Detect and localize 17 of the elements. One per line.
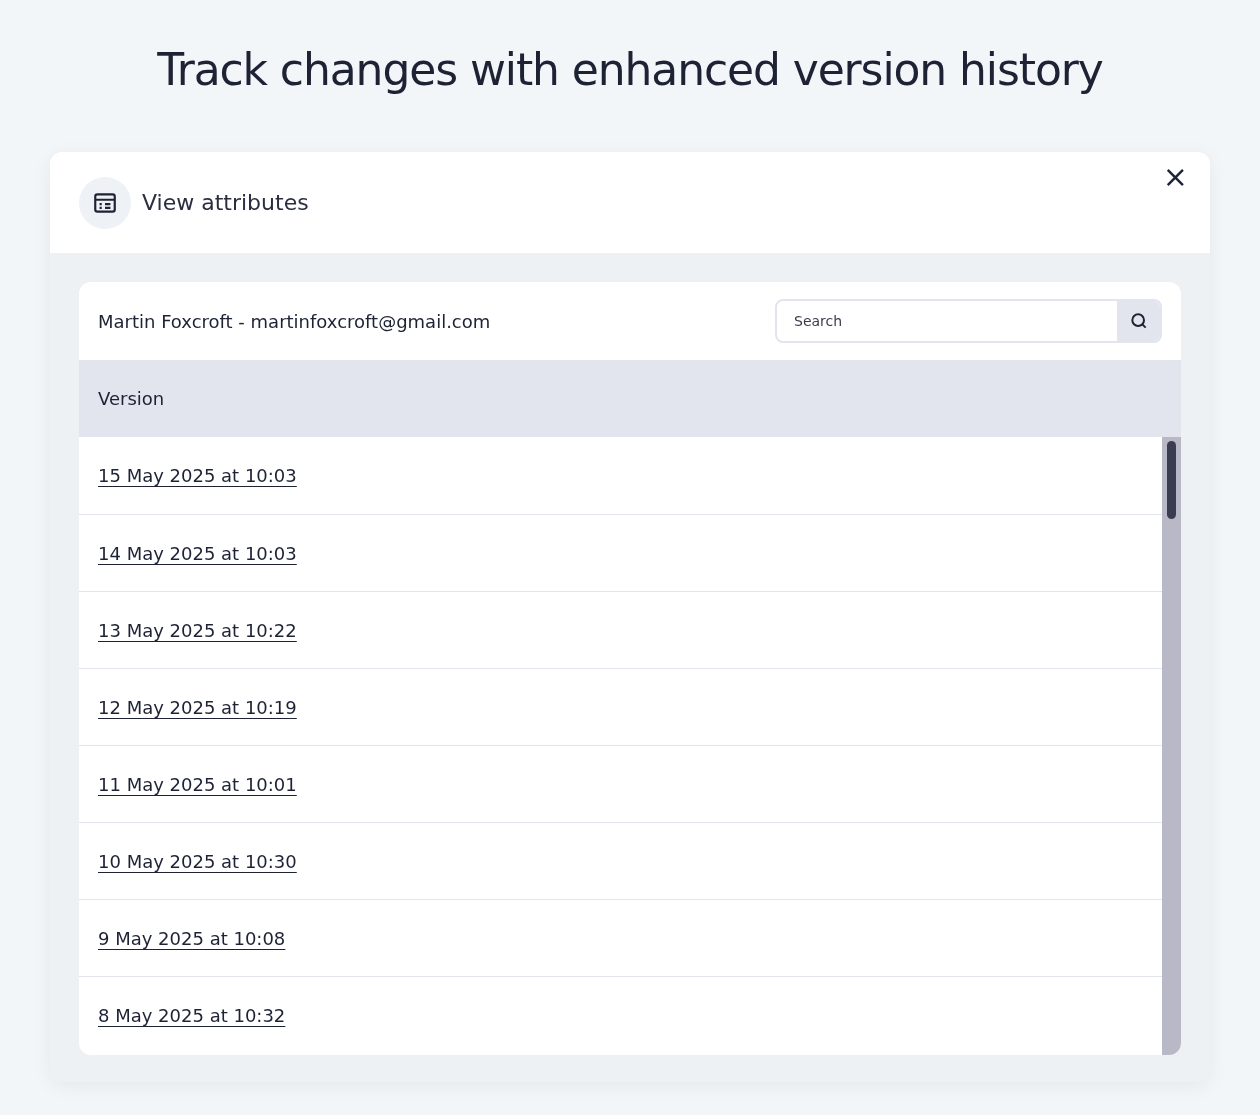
version-link[interactable]: 12 May 2025 at 10:19 — [98, 693, 297, 721]
user-label: Martin Foxcroft - martinfoxcroft@gmail.com — [98, 309, 491, 334]
close-button[interactable]: × — [1162, 162, 1188, 192]
search-field[interactable]: Search — [777, 310, 1117, 332]
scrollbar-thumb[interactable] — [1167, 441, 1176, 519]
version-link[interactable]: 15 May 2025 at 10:03 — [98, 462, 297, 489]
version-link[interactable]: 10 May 2025 at 10:30 — [98, 847, 297, 875]
version-link[interactable]: 8 May 2025 at 10:32 — [98, 1001, 286, 1029]
version-link[interactable]: 11 May 2025 at 10:01 — [98, 770, 297, 798]
search-icon[interactable] — [1117, 301, 1160, 341]
search-bar[interactable]: Search — [775, 299, 1162, 343]
version-link[interactable]: 13 May 2025 at 10:22 — [98, 616, 297, 644]
page-headline: Track changes with enhanced version history — [157, 43, 1103, 97]
version-link[interactable]: 9 May 2025 at 10:08 — [98, 924, 286, 952]
dialog-title: View attributes — [142, 189, 309, 217]
version-link[interactable]: 14 May 2025 at 10:03 — [98, 539, 297, 567]
column-header: Version — [98, 387, 165, 411]
